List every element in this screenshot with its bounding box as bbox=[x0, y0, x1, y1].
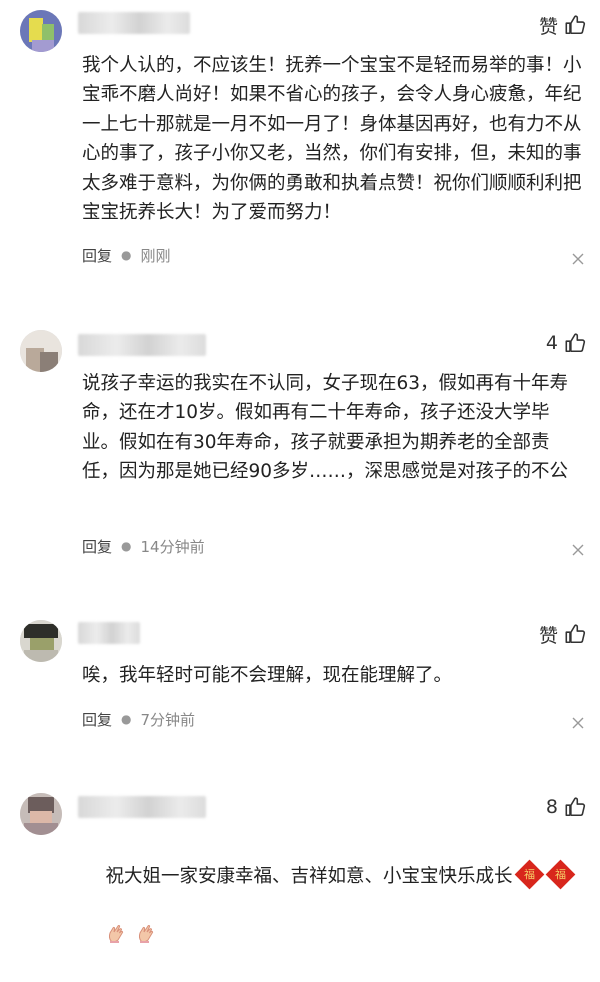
timestamp: 刚刚 bbox=[140, 246, 171, 265]
reply-button[interactable]: 回复 bbox=[82, 245, 112, 266]
like-button[interactable]: 赞 bbox=[539, 10, 586, 40]
like-label: 4 bbox=[545, 332, 558, 354]
comment-meta: 回复 ● 7分钟前 bbox=[82, 708, 195, 730]
comment-meta: 回复 ● 14分钟前 bbox=[82, 535, 205, 557]
reply-button[interactable]: 回复 bbox=[82, 709, 112, 730]
username[interactable] bbox=[78, 12, 190, 34]
thumb-up-icon bbox=[565, 15, 586, 35]
comment-text: 说孩子幸运的我实在不认同，女子现在63，假如再有十年寿命，还在才10岁。假如再有… bbox=[82, 373, 569, 483]
clasped-hands-emoji bbox=[138, 925, 153, 944]
timestamp: 14分钟前 bbox=[140, 537, 205, 556]
like-label: 赞 bbox=[538, 15, 558, 38]
separator-dot: ● bbox=[121, 712, 132, 726]
fu-blessing-emoji: 福 bbox=[545, 860, 575, 890]
username[interactable] bbox=[78, 796, 206, 818]
comment-text: 唉，我年轻时可能不会理解，现在能理解了。 bbox=[82, 665, 453, 686]
comment-text: 祝大姐一家安康幸福、吉祥如意、小宝宝快乐成长福福 bbox=[82, 833, 582, 982]
close-icon[interactable] bbox=[572, 253, 584, 265]
separator-dot: ● bbox=[121, 539, 132, 553]
close-icon[interactable] bbox=[572, 717, 584, 729]
avatar[interactable] bbox=[20, 793, 62, 835]
thumb-up-icon bbox=[565, 797, 586, 817]
comment-text-body: 祝大姐一家安康幸福、吉祥如意、小宝宝快乐成长 bbox=[105, 866, 513, 888]
like-button[interactable]: 8 bbox=[546, 792, 586, 822]
username[interactable] bbox=[78, 334, 206, 356]
thumb-up-icon bbox=[565, 333, 586, 353]
avatar[interactable] bbox=[20, 10, 62, 52]
avatar[interactable] bbox=[20, 330, 62, 372]
like-button[interactable]: 4 bbox=[546, 328, 586, 358]
comment-meta: 回复 ● 刚刚 bbox=[82, 244, 171, 266]
reply-button[interactable]: 回复 bbox=[82, 536, 112, 557]
like-label: 赞 bbox=[538, 624, 558, 647]
thumb-up-icon bbox=[565, 624, 586, 644]
timestamp: 7分钟前 bbox=[140, 710, 196, 729]
close-icon[interactable] bbox=[572, 544, 584, 556]
like-button[interactable]: 赞 bbox=[539, 619, 586, 649]
separator-dot: ● bbox=[121, 248, 132, 262]
comment-text: 我个人认的，不应该生！抚养一个宝宝不是轻而易举的事！小宝乖不磨人尚好！如果不省心… bbox=[82, 55, 582, 224]
username[interactable] bbox=[78, 622, 140, 644]
avatar[interactable] bbox=[20, 620, 62, 662]
fu-blessing-emoji: 福 bbox=[514, 860, 544, 890]
clasped-hands-emoji bbox=[108, 925, 123, 944]
like-label: 8 bbox=[545, 796, 558, 818]
